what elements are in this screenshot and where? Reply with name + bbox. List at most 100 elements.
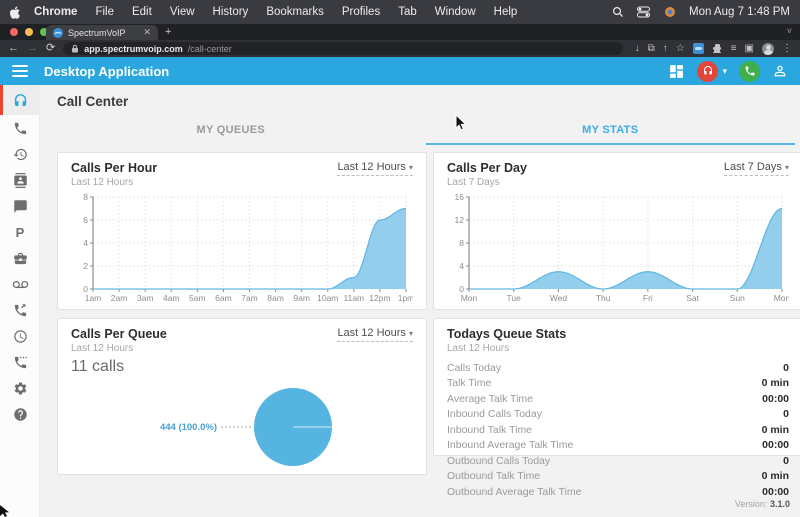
apple-logo-icon[interactable] [10,5,22,19]
side-panel-icon[interactable]: ▣ [745,43,754,54]
card-title: Calls Per Hour [71,161,158,175]
stat-value: 00:00 [762,392,789,405]
stat-label: Calls Today [447,361,502,374]
menubar-item-tab[interactable]: Tab [389,6,426,18]
close-tab-icon[interactable]: ✕ [143,28,151,37]
download-icon[interactable]: ↓ [635,43,640,54]
address-bar[interactable]: app.spectrumvoip.com/call-center [63,42,624,55]
menubar-extra-icon[interactable] [663,5,677,19]
svg-text:Fri: Fri [643,293,653,303]
card-subtitle: Last 7 Days [447,177,500,188]
apps-grid-icon[interactable] [668,63,685,80]
calls-per-queue-card: Calls Per Queue Last 12 Hours Last 12 Ho… [57,318,427,475]
chrome-menu-icon[interactable]: ⋮ [782,43,792,54]
card-subtitle: Last 12 Hours [71,343,134,354]
tab-my-stats[interactable]: MY STATS [421,115,800,145]
chat-icon [13,199,27,213]
sidebar-item-park[interactable]: P [0,219,40,245]
sidebar-item-phone[interactable] [0,115,40,141]
app-title: Desktop Application [44,63,170,79]
sidebar-item-chat[interactable] [0,193,40,219]
sidebar-item-voicemail[interactable] [0,271,40,297]
stat-value: 00:00 [762,485,789,498]
sidebar-item-devices[interactable] [0,245,40,271]
spotlight-search-icon[interactable] [611,5,625,19]
sidebar-item-schedule[interactable] [0,323,40,349]
spectrumvoip-extension-icon[interactable] [692,43,704,54]
forward-icon[interactable]: → [27,43,38,54]
svg-text:Tue: Tue [507,293,522,303]
chrome-tabstrip: SpectrumVoIP ✕ + ˅ [0,24,800,40]
card-title: Calls Per Queue [71,327,167,341]
menubar-item-chrome[interactable]: Chrome [28,6,86,18]
dashboard-cards: Calls Per Hour Last 12 Hours Last 12 Hou… [57,152,800,498]
stat-label: Outbound Average Talk Time [447,485,582,498]
active-call-phone-icon[interactable] [739,60,760,82]
stat-row: Average Talk Time 00:00 [447,391,789,407]
card-title: Todays Queue Stats [447,327,567,341]
svg-text:2: 2 [83,261,88,271]
device-icon [13,252,27,264]
minimize-window-icon[interactable] [25,28,33,36]
range-dropdown[interactable]: Last 12 Hours ▾ [337,161,413,176]
sidebar-item-contacts[interactable] [0,167,40,193]
sidebar-item-call-center[interactable] [0,85,40,115]
open-in-new-icon[interactable]: ⧉ [648,43,655,54]
stat-row: Outbound Average Talk Time 00:00 [447,484,789,500]
new-tab-button[interactable]: + [165,26,171,38]
range-dropdown[interactable]: Last 7 Days ▾ [723,161,789,176]
menubar-item-help[interactable]: Help [485,6,527,18]
menubar-item-history[interactable]: History [204,6,258,18]
spectrumvoip-favicon [53,27,63,38]
stat-row: Inbound Average Talk Time 00:00 [447,438,789,454]
reload-icon[interactable]: ⟳ [46,43,55,54]
callback-phone-icon [14,303,26,316]
hamburger-menu-icon[interactable] [12,65,28,77]
profile-avatar[interactable] [762,42,774,55]
window-controls[interactable] [10,28,48,36]
share-icon[interactable]: ↑ [663,43,668,54]
dropdown-caret-icon: ▾ [784,163,789,172]
svg-text:8: 8 [83,192,88,202]
sidebar-item-conference[interactable] [0,349,40,375]
cursor-artifact [0,505,9,517]
sidebar-item-help[interactable] [0,401,40,427]
queue-stats-list: Calls Today 0 Talk Time 0 min Average Talk T… [447,360,789,500]
tab-my-queues[interactable]: MY QUEUES [41,115,421,145]
stats-tabbar: MY QUEUES MY STATS [41,115,800,145]
menubar-item-window[interactable]: Window [426,6,485,18]
agent-status-headset-icon[interactable] [697,60,719,82]
browser-tab[interactable]: SpectrumVoIP ✕ [46,25,158,40]
card-subtitle: Last 12 Hours [447,343,510,354]
dropdown-caret-icon: ▾ [408,329,413,338]
voicemail-icon [12,280,28,288]
range-dropdown[interactable]: Last 12 Hours ▾ [337,327,413,342]
stat-row: Outbound Talk Time 0 min [447,469,789,485]
version-label: Version: 3.1.0 [734,499,790,509]
reading-list-icon[interactable]: ≡ [731,43,737,54]
menubar-item-edit[interactable]: Edit [123,6,161,18]
sidebar-item-callback[interactable] [0,297,40,323]
menubar-item-view[interactable]: View [161,6,204,18]
menubar-clock[interactable]: Mon Aug 7 1:48 PM [689,6,790,18]
svg-text:Sun: Sun [730,293,745,303]
sidebar-item-settings[interactable] [0,375,40,401]
chevron-down-icon[interactable]: ▾ [722,66,727,77]
svg-text:3am: 3am [137,293,154,303]
bookmark-star-icon[interactable]: ☆ [676,43,685,54]
close-window-icon[interactable] [10,28,18,36]
menubar-item-file[interactable]: File [86,6,123,18]
back-icon[interactable]: ← [8,43,19,54]
stat-label: Talk Time [447,377,492,390]
tab-search-chevron-icon[interactable]: ˅ [787,26,792,36]
svg-text:5am: 5am [189,293,206,303]
control-center-icon[interactable] [637,5,651,19]
svg-text:8am: 8am [267,293,284,303]
extensions-puzzle-icon[interactable] [712,43,723,54]
sidebar-item-history[interactable] [0,141,40,167]
menubar-item-bookmarks[interactable]: Bookmarks [257,6,333,18]
menubar-item-profiles[interactable]: Profiles [333,6,389,18]
account-person-icon[interactable] [772,63,788,79]
chrome-toolbar: ← → ⟳ app.spectrumvoip.com/call-center ↓… [0,40,800,57]
svg-text:Mon: Mon [461,293,478,303]
